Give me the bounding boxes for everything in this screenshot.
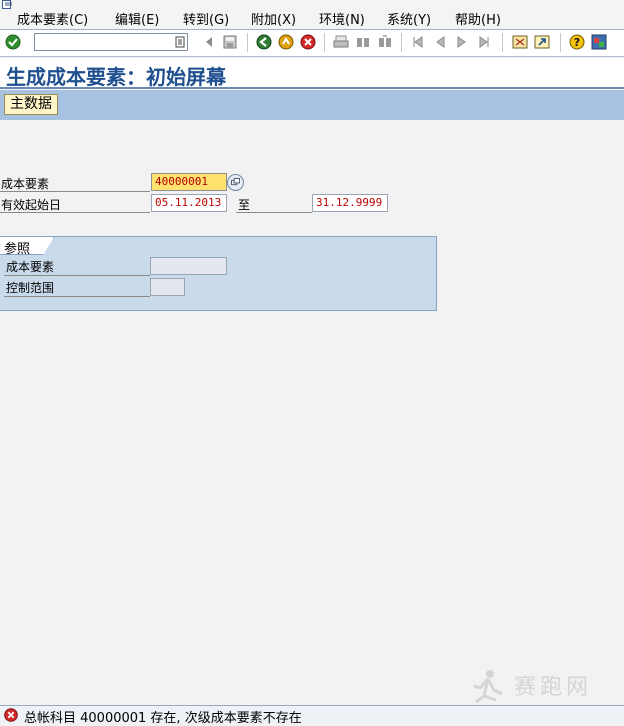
ref-cost-element-label: 成本要素 bbox=[6, 260, 55, 274]
layout-icon[interactable] bbox=[591, 34, 607, 50]
toolbar-separator bbox=[560, 33, 561, 52]
label-underline bbox=[4, 296, 150, 297]
page-title: 生成成本要素：初始屏幕 bbox=[6, 65, 226, 89]
label-underline bbox=[0, 212, 150, 213]
back-arrow-icon[interactable] bbox=[201, 34, 217, 50]
ref-controlling-area-label: 控制范围 bbox=[6, 281, 55, 295]
last-page-icon[interactable] bbox=[476, 34, 492, 50]
reference-group-title: 参照 bbox=[4, 242, 31, 257]
command-field[interactable] bbox=[34, 33, 188, 51]
print-icon[interactable] bbox=[333, 34, 349, 50]
menu-system[interactable]: 系统(Y) bbox=[387, 9, 431, 28]
title-bar: 生成成本要素：初始屏幕 bbox=[0, 58, 624, 89]
error-icon bbox=[4, 708, 18, 722]
watermark-logo-icon bbox=[473, 670, 503, 704]
cancel-icon[interactable] bbox=[300, 34, 316, 50]
toolbar-separator bbox=[502, 33, 503, 52]
label-underline bbox=[236, 212, 312, 213]
new-session-icon[interactable] bbox=[512, 34, 528, 50]
status-message[interactable]: 总帐科目 40000001 存在, 次级成本要素不存在 bbox=[24, 707, 302, 726]
toolbar-separator bbox=[324, 33, 325, 52]
find-next-icon[interactable] bbox=[377, 34, 393, 50]
menu-edit[interactable]: 编辑(E) bbox=[115, 9, 159, 28]
menu-goto[interactable]: 转到(G) bbox=[183, 9, 229, 28]
toolbar-separator bbox=[401, 33, 402, 52]
reference-group: 参照 成本要素 控制范围 bbox=[0, 236, 437, 311]
command-input[interactable] bbox=[35, 34, 175, 50]
menu-cost-element[interactable]: 成本要素(C) bbox=[17, 9, 88, 28]
application-toolbar: 主数据 bbox=[0, 90, 624, 120]
first-page-icon[interactable] bbox=[410, 34, 426, 50]
toolbar-separator bbox=[247, 33, 248, 52]
cost-element-label: 成本要素 bbox=[1, 177, 50, 191]
system-menu-icon[interactable] bbox=[2, 0, 14, 10]
menu-help[interactable]: 帮助(H) bbox=[455, 9, 501, 28]
master-data-button[interactable]: 主数据 bbox=[4, 94, 58, 115]
dropdown-icon[interactable] bbox=[175, 36, 185, 48]
help-icon[interactable]: ? bbox=[569, 34, 585, 50]
menu-environment[interactable]: 环境(N) bbox=[319, 9, 365, 28]
prev-page-icon[interactable] bbox=[432, 34, 448, 50]
label-underline bbox=[0, 191, 150, 192]
status-bar: 总帐科目 40000001 存在, 次级成本要素不存在 bbox=[0, 705, 624, 726]
find-icon[interactable] bbox=[355, 34, 371, 50]
ref-controlling-area-input[interactable] bbox=[150, 278, 185, 296]
search-help-icon[interactable] bbox=[227, 174, 244, 191]
valid-to-label: 至 bbox=[238, 198, 251, 212]
ref-cost-element-input[interactable] bbox=[150, 257, 227, 275]
valid-from-label: 有效起始日 bbox=[1, 198, 62, 212]
svg-text:?: ? bbox=[574, 36, 580, 49]
cost-element-input[interactable]: 40000001 bbox=[151, 173, 227, 191]
standard-toolbar: ? bbox=[0, 30, 624, 57]
check-icon[interactable] bbox=[5, 34, 21, 50]
valid-to-input[interactable]: 31.12.9999 bbox=[312, 194, 388, 212]
valid-from-input[interactable]: 05.11.2013 bbox=[151, 194, 227, 212]
next-page-icon[interactable] bbox=[454, 34, 470, 50]
back-icon[interactable] bbox=[256, 34, 272, 50]
label-underline bbox=[4, 275, 150, 276]
exit-icon[interactable] bbox=[278, 34, 294, 50]
watermark: 赛跑网 bbox=[468, 668, 608, 704]
shortcut-icon[interactable] bbox=[534, 34, 550, 50]
save-icon[interactable] bbox=[222, 34, 238, 50]
menu-extras[interactable]: 附加(X) bbox=[251, 9, 296, 28]
menu-bar: 成本要素(C) 编辑(E) 转到(G) 附加(X) 环境(N) 系统(Y) 帮助… bbox=[0, 0, 624, 30]
watermark-text: 赛跑网 bbox=[514, 675, 593, 700]
